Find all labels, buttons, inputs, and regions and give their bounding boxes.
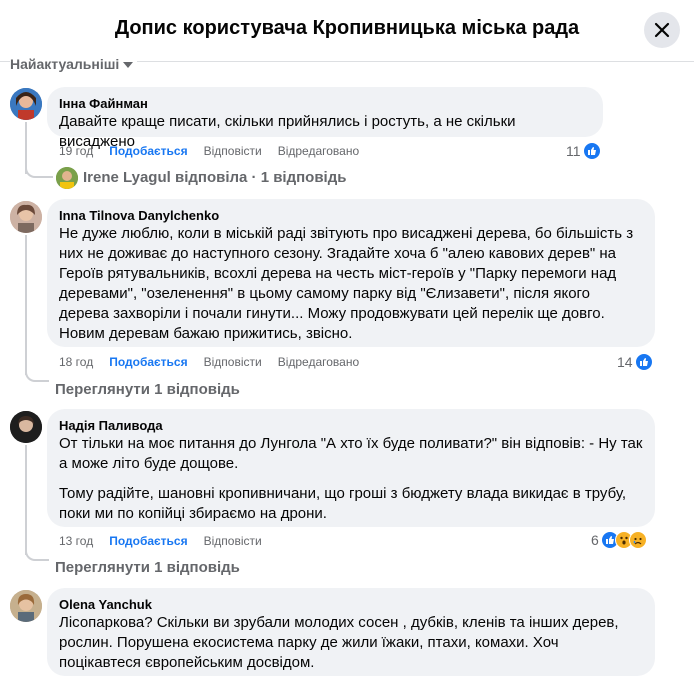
reaction-summary[interactable]: 14 bbox=[617, 353, 653, 371]
thread-line bbox=[25, 445, 27, 555]
avatar[interactable] bbox=[10, 411, 42, 443]
comment-bubble: Надія Паливода От тільки на моє питання … bbox=[47, 409, 655, 527]
reply-avatar[interactable] bbox=[56, 167, 78, 189]
edited-label[interactable]: Відредаговано bbox=[278, 144, 359, 158]
comment-time[interactable]: 19 год bbox=[59, 144, 93, 158]
comment-author[interactable]: Inna Tilnova Danylchenko bbox=[59, 207, 643, 224]
thread-elbow bbox=[25, 368, 49, 382]
reaction-count: 14 bbox=[617, 354, 633, 370]
close-button[interactable] bbox=[644, 12, 680, 48]
reaction-count: 11 bbox=[566, 143, 581, 159]
reply-button[interactable]: Відповісти bbox=[204, 534, 262, 548]
dialog-title: Допис користувача Кропивницька міська ра… bbox=[114, 17, 580, 39]
comment-text: Не дуже люблю, коли в міській раді звіту… bbox=[59, 225, 634, 342]
avatar[interactable] bbox=[10, 590, 42, 622]
comment-actions: 13 год Подобається Відповісти bbox=[59, 534, 262, 548]
caret-down-icon bbox=[123, 62, 134, 68]
like-icon bbox=[582, 142, 601, 160]
like-icon bbox=[634, 353, 653, 371]
avatar[interactable] bbox=[10, 88, 42, 120]
thread-line bbox=[25, 235, 27, 375]
reaction-summary[interactable]: 6 bbox=[591, 531, 647, 549]
sort-label: Найактуальніші bbox=[10, 56, 120, 72]
comment-bubble: Інна Файнман Давайте краще писати, скіль… bbox=[47, 87, 603, 150]
reply-summary[interactable]: Irene Lyagul відповіла · 1 відповідь bbox=[83, 169, 346, 186]
like-button[interactable]: Подобається bbox=[109, 355, 187, 369]
avatar[interactable] bbox=[10, 201, 42, 233]
comment-author[interactable]: Olena Yanchuk bbox=[59, 596, 643, 613]
comment-bubble: Inna Tilnova Danylchenko Не дуже люблю, … bbox=[47, 199, 655, 347]
reply-button[interactable]: Відповісти bbox=[204, 144, 262, 158]
view-replies-link[interactable]: Переглянути 1 відповідь bbox=[55, 381, 240, 398]
comment-actions: 19 год Подобається Відповісти Відредагов… bbox=[59, 144, 359, 158]
reaction-summary[interactable]: 11 bbox=[566, 142, 601, 160]
comment-time[interactable]: 13 год bbox=[59, 534, 93, 548]
comment-text: От тільки на моє питання до Лунгола "А х… bbox=[59, 435, 643, 522]
sad-icon bbox=[628, 531, 647, 549]
edited-label[interactable]: Відредаговано bbox=[278, 355, 359, 369]
dialog-header: Допис користувача Кропивницька міська ра… bbox=[0, 0, 694, 62]
comment-bubble: Olena Yanchuk Лісопаркова? Скільки ви зр… bbox=[47, 588, 655, 676]
like-button[interactable]: Подобається bbox=[109, 534, 187, 548]
comment-author[interactable]: Надія Паливода bbox=[59, 417, 643, 434]
sort-dropdown[interactable]: Найактуальніші bbox=[10, 56, 138, 72]
reply-button[interactable]: Відповісти bbox=[204, 355, 262, 369]
like-button[interactable]: Подобається bbox=[109, 144, 187, 158]
comment-time[interactable]: 18 год bbox=[59, 355, 93, 369]
view-replies-link[interactable]: Переглянути 1 відповідь bbox=[55, 559, 240, 576]
comment-author[interactable]: Інна Файнман bbox=[59, 95, 591, 112]
close-icon bbox=[654, 22, 670, 38]
reaction-count: 6 bbox=[591, 532, 599, 548]
thread-elbow bbox=[25, 547, 49, 561]
comment-actions: 18 год Подобається Відповісти Відредагов… bbox=[59, 355, 359, 369]
thread-elbow bbox=[25, 164, 53, 178]
comment-text: Лісопаркова? Скільки ви зрубали молодих … bbox=[59, 614, 619, 671]
